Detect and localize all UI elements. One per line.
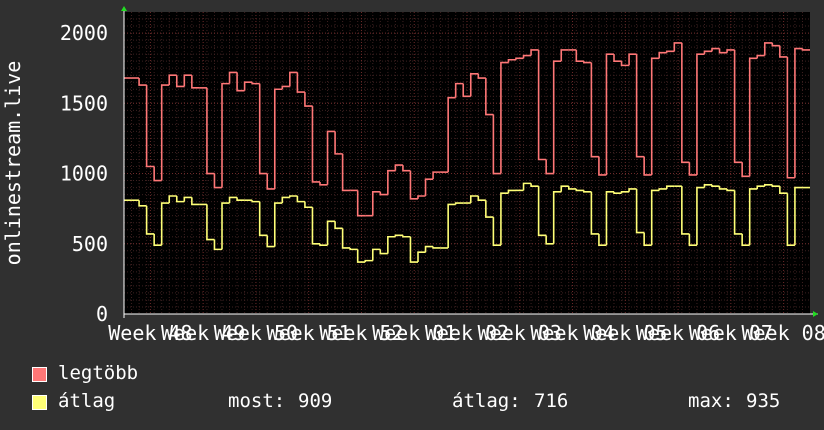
legend-label-max: legtöbb xyxy=(58,362,139,384)
y-tick-label: 1000 xyxy=(60,162,108,186)
chart: 0500100015002000Week 48Week 49Week 50Wee… xyxy=(1,6,824,345)
stat-now-label: most: xyxy=(228,390,286,412)
stat-now-value: 909 xyxy=(298,390,333,412)
x-axis-arrow xyxy=(813,311,818,317)
legend-label-avg: átlag xyxy=(58,390,116,412)
legend-swatch-max xyxy=(32,367,47,382)
stat-max-value: 935 xyxy=(746,390,781,412)
x-tick-label: Week 08 xyxy=(741,321,824,345)
y-tick-label: 500 xyxy=(72,232,108,256)
legend-swatch-avg xyxy=(32,395,47,410)
stat-avg-value: 716 xyxy=(534,390,569,412)
y-tick-label: 0 xyxy=(96,302,108,326)
stat-max-label: max: xyxy=(688,390,734,412)
y-axis-arrow xyxy=(121,6,127,11)
y-tick-label: 2000 xyxy=(60,21,108,45)
stat-avg-label: átlag: xyxy=(452,390,521,412)
y-axis-title: onlinestream.live xyxy=(1,61,25,266)
y-tick-label: 1500 xyxy=(60,91,108,115)
